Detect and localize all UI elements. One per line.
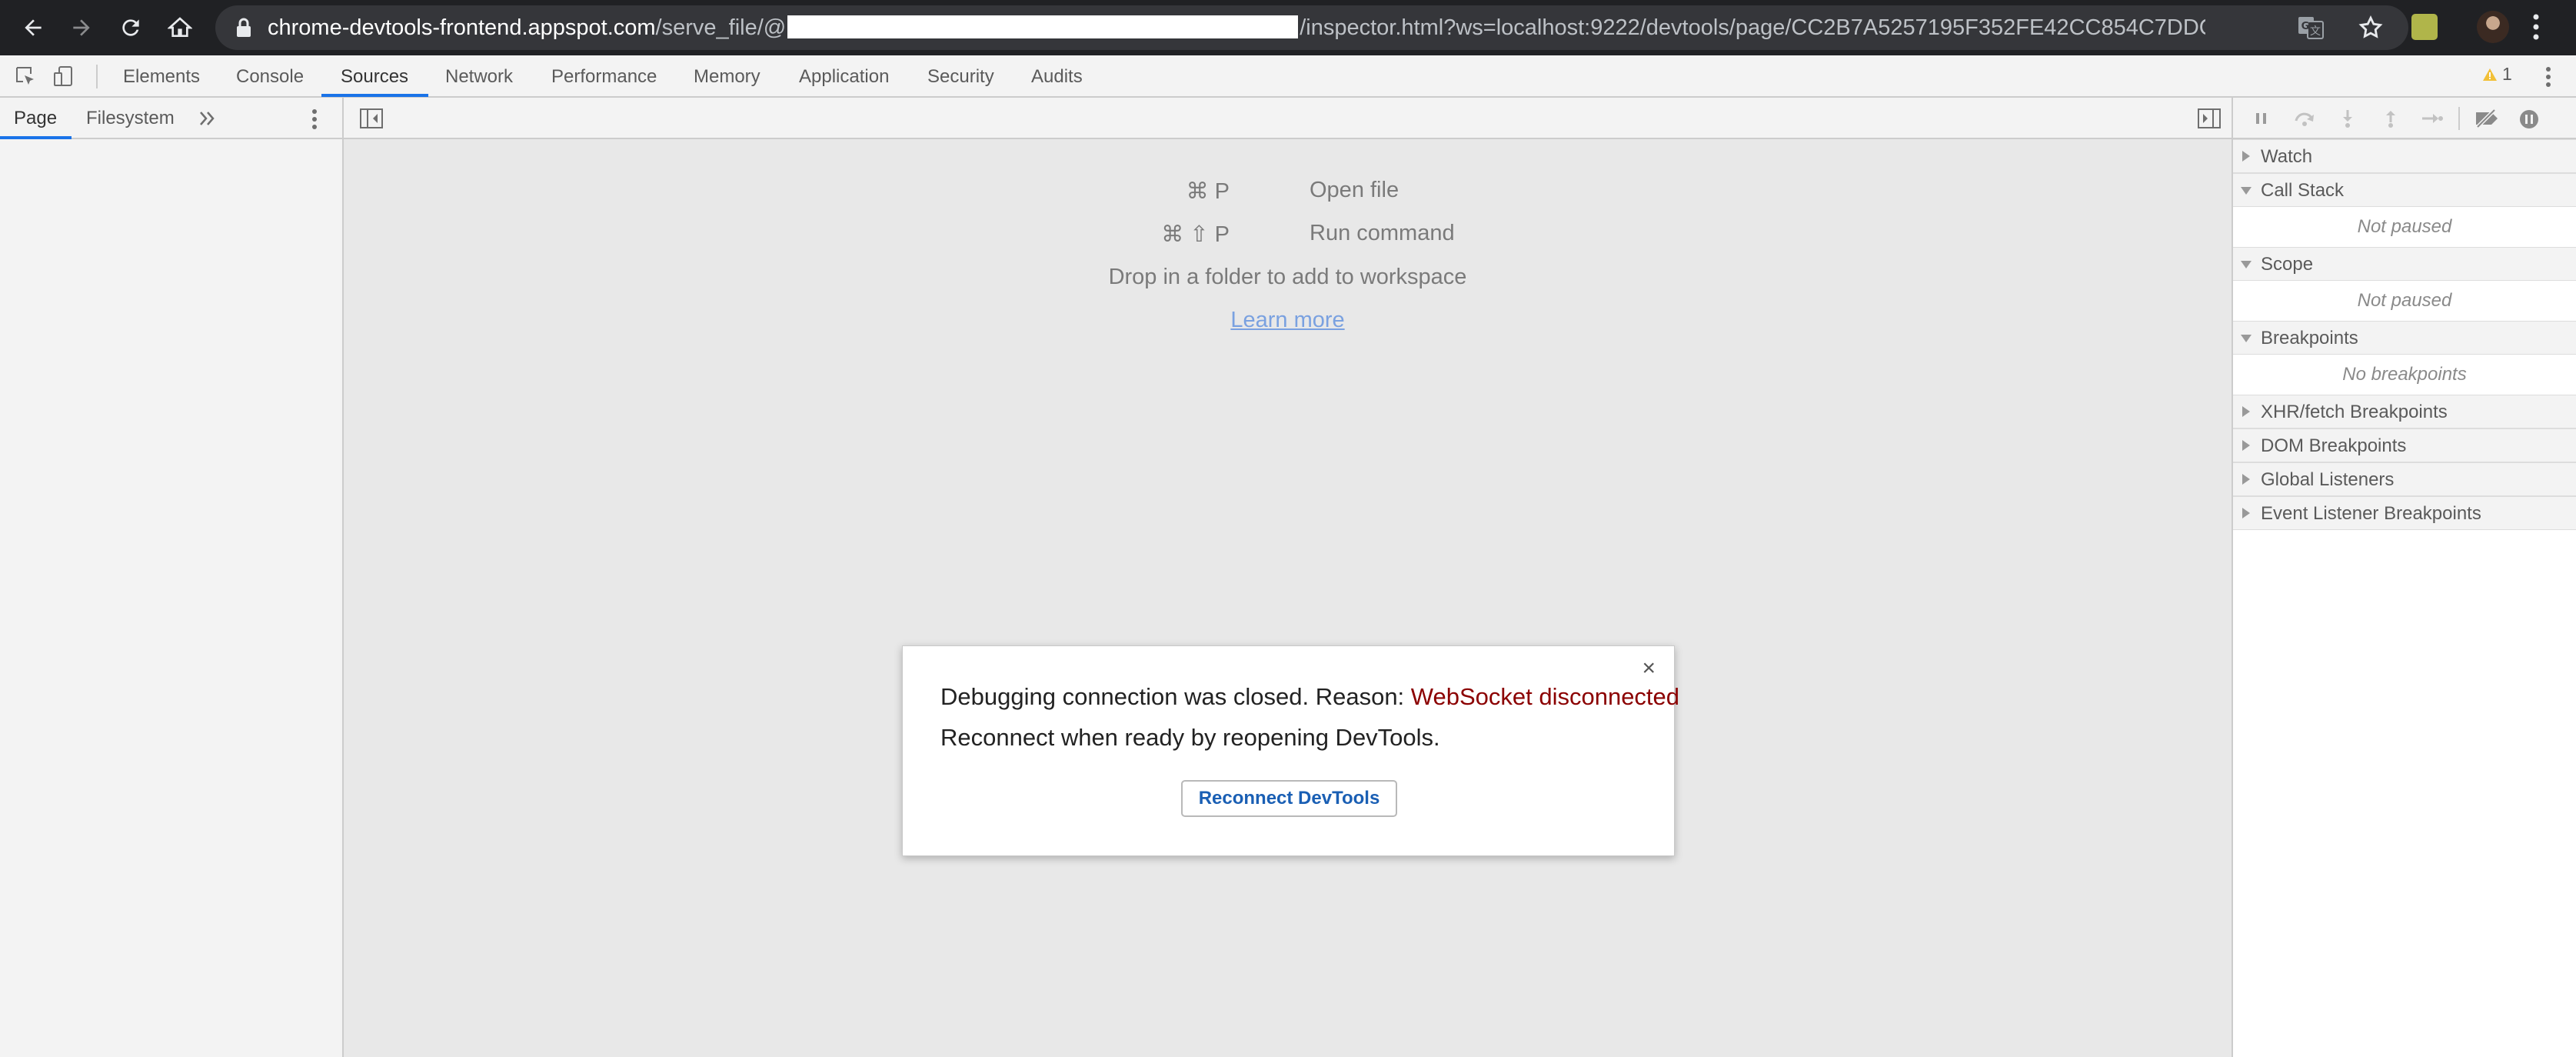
editor-area: ⌘ P Open file ⌘ ⇧ P Run command Drop in … — [344, 98, 2232, 1057]
learn-more-link-text[interactable]: Learn more — [1230, 308, 1344, 332]
svg-text:G: G — [2301, 21, 2310, 32]
section-label: Event Listener Breakpoints — [2261, 503, 2481, 524]
call-stack-empty: Not paused — [2233, 207, 2576, 247]
expand-triangle-icon — [2242, 406, 2250, 417]
lock-icon — [237, 18, 251, 37]
url-text: chrome-devtools-frontend.appspot.com/ser… — [268, 5, 2205, 50]
home-icon[interactable] — [160, 8, 200, 48]
section-scope[interactable]: Scope — [2233, 247, 2576, 281]
section-label: DOM Breakpoints — [2261, 435, 2407, 456]
shortcut-label: Run command — [1310, 221, 1455, 245]
translate-icon[interactable]: 文G — [2298, 15, 2324, 40]
step-icon[interactable] — [2421, 108, 2444, 128]
active-tab-indicator — [321, 94, 428, 97]
pause-on-exceptions-icon[interactable] — [2518, 108, 2540, 130]
devtools-toolbar: Elements Console Sources Network Perform… — [0, 55, 2576, 98]
step-out-icon[interactable] — [2381, 108, 2401, 128]
more-tabs-chevron-icon[interactable] — [198, 108, 217, 128]
expand-triangle-icon — [2242, 151, 2250, 162]
expand-triangle-icon — [2242, 474, 2250, 485]
dialog-message: Debugging connection was closed. Reason:… — [940, 683, 1679, 711]
tab-sources[interactable]: Sources — [341, 55, 408, 96]
collapse-triangle-icon — [2241, 261, 2252, 268]
tab-network[interactable]: Network — [445, 55, 513, 96]
toolbar-divider — [2458, 107, 2460, 130]
reload-icon[interactable] — [111, 8, 151, 48]
tab-performance[interactable]: Performance — [551, 55, 657, 96]
svg-text:文: 文 — [2310, 25, 2321, 38]
close-icon[interactable]: × — [1642, 657, 1656, 680]
step-over-icon[interactable] — [2293, 108, 2316, 128]
expand-triangle-icon — [2242, 440, 2250, 451]
debugger-sidebar: Watch Call Stack Not paused Scope Not pa… — [2232, 98, 2576, 1057]
back-icon[interactable] — [13, 8, 53, 48]
tab-elements[interactable]: Elements — [123, 55, 200, 96]
step-into-icon[interactable] — [2338, 108, 2358, 128]
learn-more-link: Learn more — [344, 308, 2232, 333]
tab-application[interactable]: Application — [799, 55, 889, 96]
collapse-triangle-icon — [2241, 187, 2252, 195]
avatar[interactable] — [2477, 11, 2509, 43]
debugger-toolbar — [2233, 98, 2576, 139]
inspect-element-icon[interactable] — [14, 65, 37, 88]
chrome-menu-icon[interactable] — [2531, 11, 2541, 43]
tab-filesystem[interactable]: Filesystem — [86, 98, 175, 139]
section-xhr-fetch-breakpoints[interactable]: XHR/fetch Breakpoints — [2233, 395, 2576, 428]
section-dom-breakpoints[interactable]: DOM Breakpoints — [2233, 428, 2576, 462]
collapse-triangle-icon — [2241, 335, 2252, 342]
tab-audits[interactable]: Audits — [1031, 55, 1083, 96]
section-call-stack[interactable]: Call Stack — [2233, 173, 2576, 207]
section-label: XHR/fetch Breakpoints — [2261, 402, 2448, 422]
reconnect-devtools-button[interactable]: Reconnect DevTools — [1181, 780, 1397, 817]
tab-page[interactable]: Page — [14, 98, 57, 139]
url-host: chrome-devtools-frontend.appspot.com — [268, 15, 656, 40]
redacted-block — [787, 15, 1299, 39]
section-label: Watch — [2261, 146, 2313, 167]
warning-count: 1 — [2502, 64, 2512, 84]
bookmark-star-icon[interactable] — [2358, 15, 2384, 41]
shortcut-keys: ⌘ P — [1186, 179, 1230, 204]
editor-toolbar — [344, 98, 2232, 139]
navigator-tabs: Page Filesystem — [0, 98, 342, 139]
section-label: Breakpoints — [2261, 328, 2358, 348]
deactivate-breakpoints-icon[interactable] — [2473, 108, 2501, 128]
scope-empty: Not paused — [2233, 281, 2576, 321]
connection-closed-dialog: × Debugging connection was closed. Reaso… — [902, 645, 1679, 856]
pause-icon[interactable] — [2252, 108, 2271, 128]
device-toolbar-icon[interactable] — [52, 65, 75, 88]
toolbar-divider — [96, 65, 98, 88]
devtools-menu-icon[interactable] — [2544, 65, 2552, 88]
warning-icon — [2483, 68, 2497, 81]
active-navigator-tab-indicator — [0, 136, 72, 139]
tab-memory[interactable]: Memory — [694, 55, 760, 96]
drop-folder-hint: Drop in a folder to add to workspace — [1108, 265, 1467, 289]
section-event-listener-breakpoints[interactable]: Event Listener Breakpoints — [2233, 496, 2576, 530]
disconnect-reason: WebSocket disconnected — [1410, 683, 1680, 710]
section-global-listeners[interactable]: Global Listeners — [2233, 462, 2576, 496]
tab-security[interactable]: Security — [927, 55, 994, 96]
forward-icon[interactable] — [62, 8, 102, 48]
toggle-debugger-icon[interactable] — [2197, 108, 2222, 129]
url-prefix: /serve_file/@ — [655, 15, 787, 40]
dialog-message-line2: Reconnect when ready by reopening DevToo… — [940, 724, 1440, 751]
shortcut-label: Open file — [1310, 178, 1399, 202]
section-label: Call Stack — [2261, 180, 2345, 201]
warnings-counter[interactable]: 1 — [2482, 64, 2512, 85]
breakpoints-empty: No breakpoints — [2233, 355, 2576, 395]
address-bar[interactable]: chrome-devtools-frontend.appspot.com/ser… — [215, 5, 2408, 50]
navigator-menu-icon[interactable] — [311, 108, 318, 130]
section-watch[interactable]: Watch — [2233, 139, 2576, 173]
url-suffix: /inspector.html?ws=localhost:9222/devtoo… — [1300, 15, 2205, 40]
section-label: Scope — [2261, 254, 2314, 275]
navigator-panel: Page Filesystem — [0, 98, 344, 1057]
dialog-message-text: Debugging connection was closed. Reason: — [940, 683, 1411, 710]
browser-toolbar: chrome-devtools-frontend.appspot.com/ser… — [0, 0, 2576, 55]
section-breakpoints[interactable]: Breakpoints — [2233, 321, 2576, 355]
shortcut-keys: ⌘ ⇧ P — [1161, 222, 1230, 247]
expand-triangle-icon — [2242, 508, 2250, 518]
section-label: Global Listeners — [2261, 469, 2395, 490]
toggle-navigator-icon[interactable] — [359, 108, 384, 129]
tab-console[interactable]: Console — [236, 55, 304, 96]
extension-icon[interactable] — [2411, 14, 2438, 40]
